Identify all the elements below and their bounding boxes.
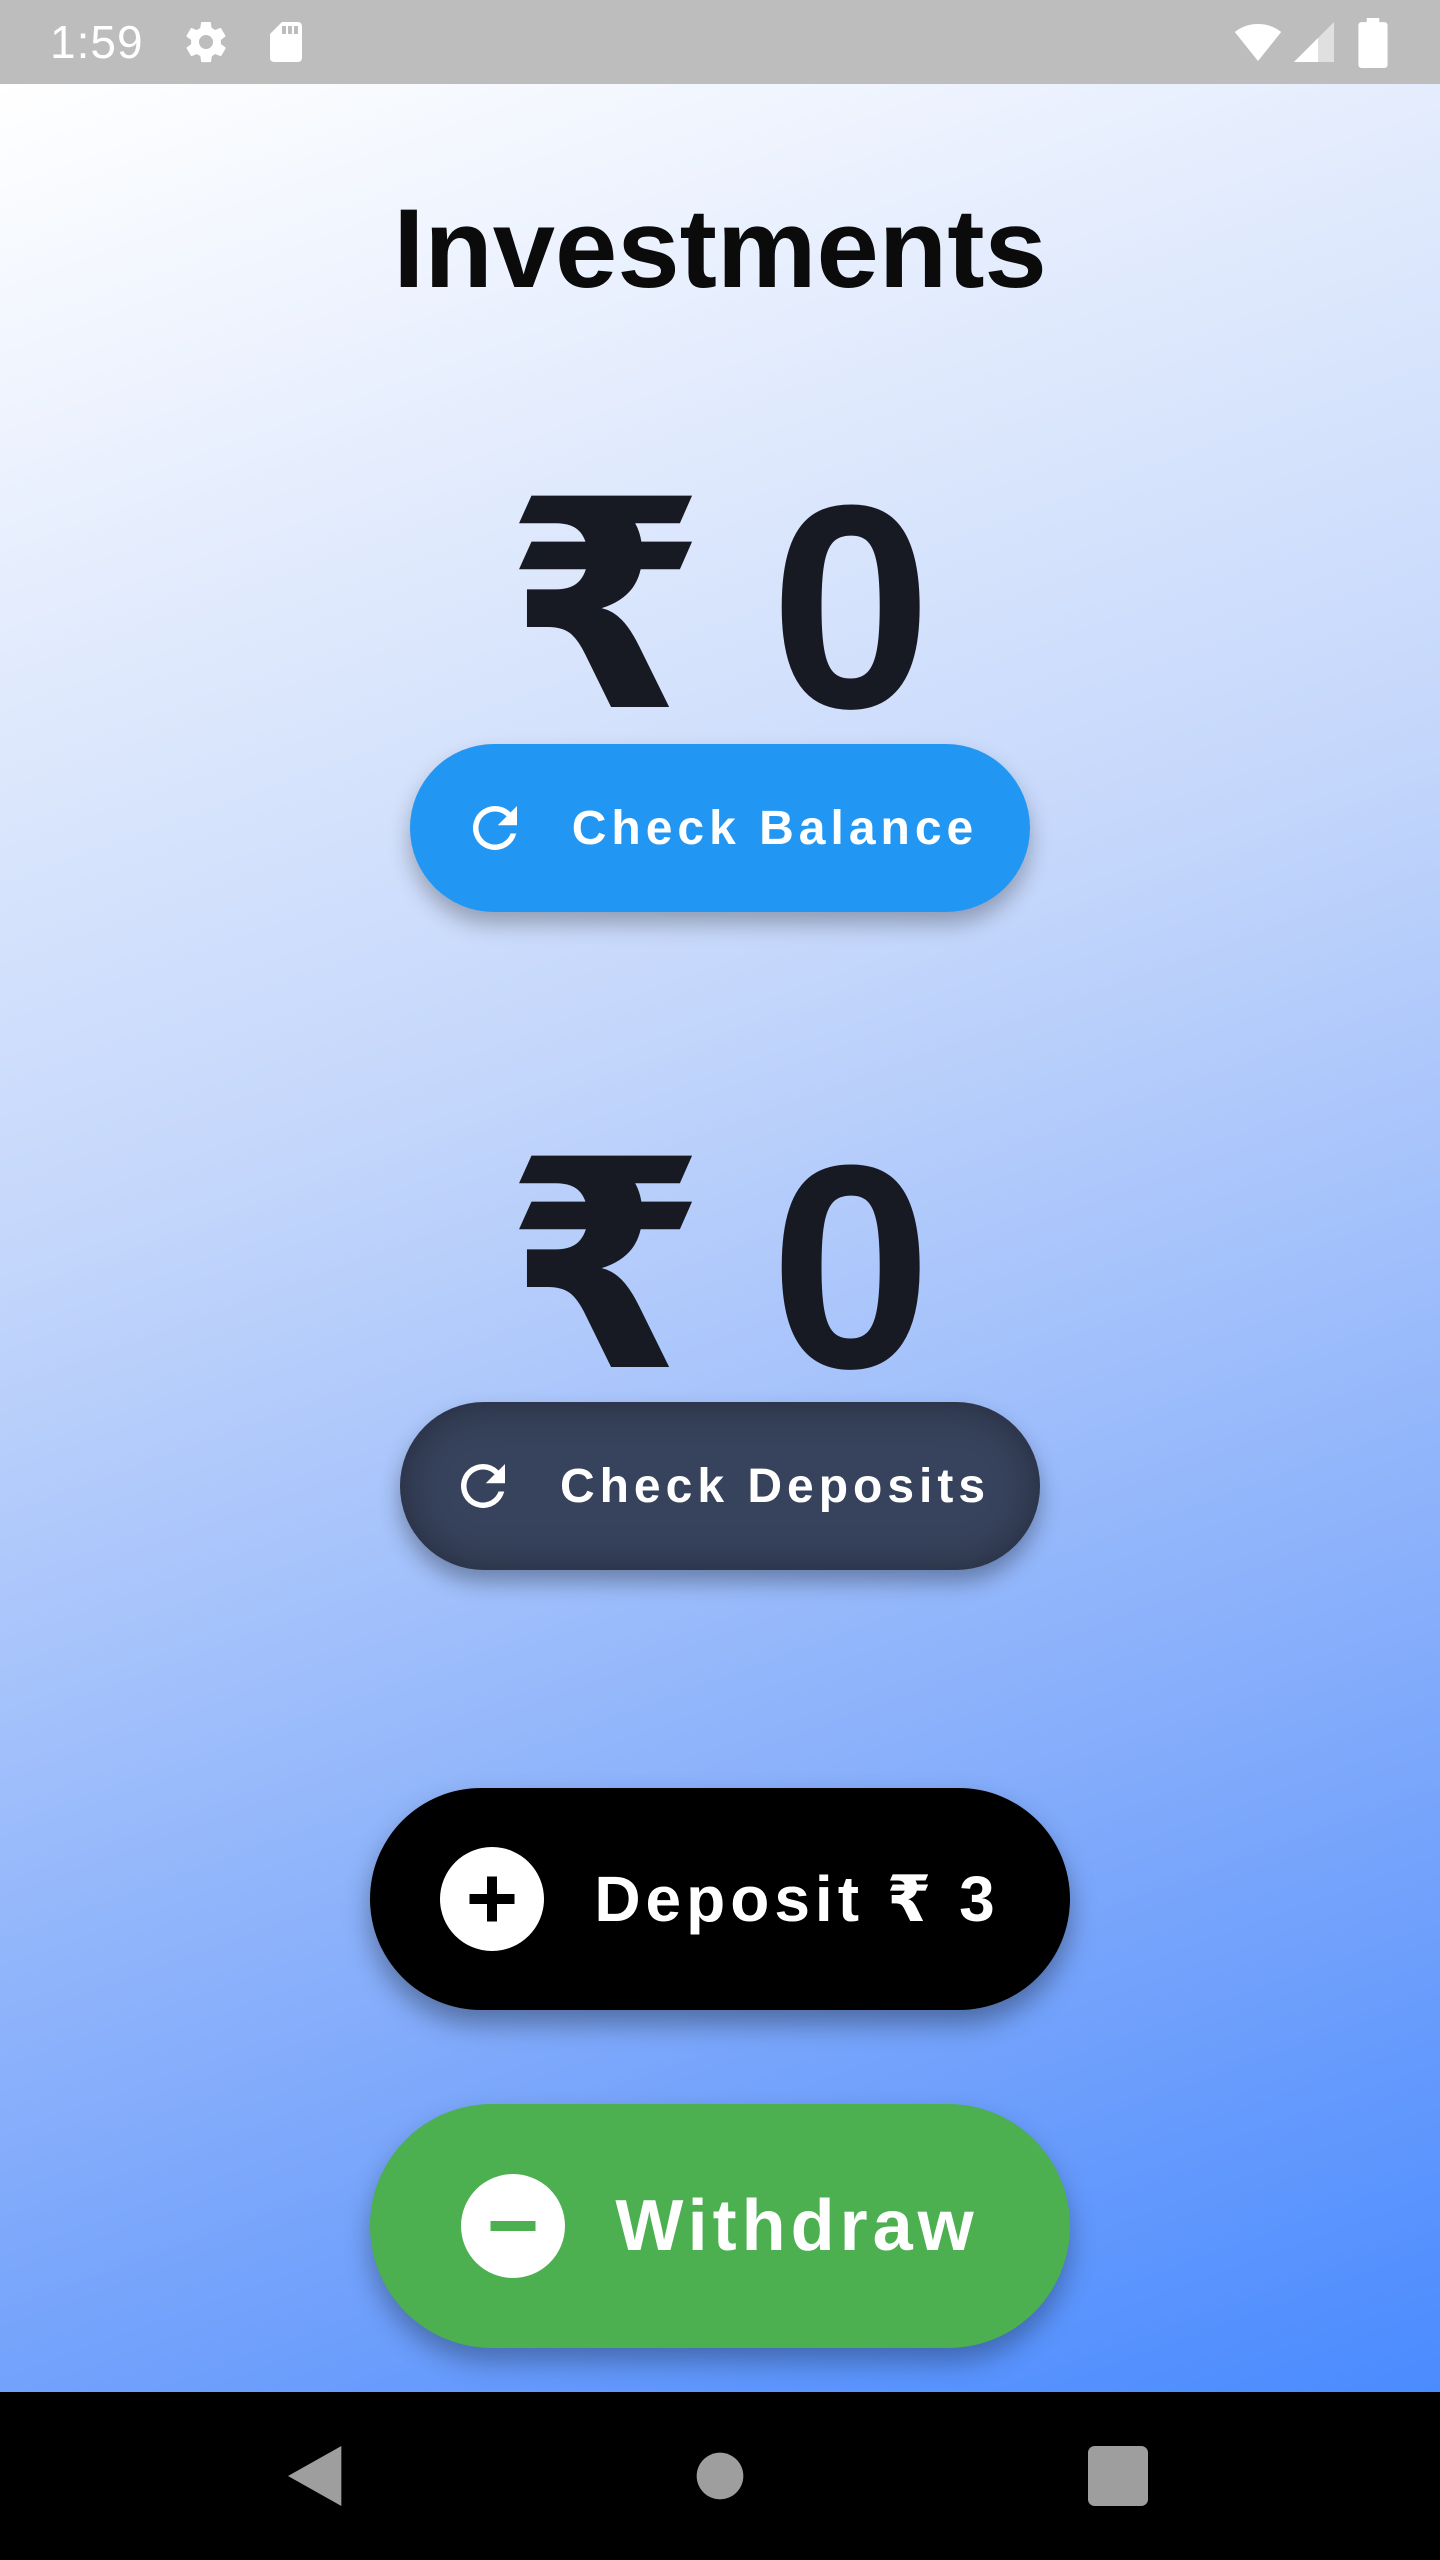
battery-icon <box>1358 18 1394 68</box>
app-screen: 1:59 Investments ₹0 Check Balance ₹ 0 Ch… <box>0 0 1440 2560</box>
check-deposits-button[interactable]: Check Deposits <box>400 1402 1040 1570</box>
withdraw-button[interactable]: Withdraw <box>370 2104 1070 2348</box>
deposit-label: Deposit ₹ 3 <box>594 1862 1000 1935</box>
refresh-icon <box>460 1464 505 1508</box>
check-deposits-label: Check Deposits <box>559 1459 991 1513</box>
deposits-amount: ₹0 <box>0 1122 1440 1412</box>
balance-amount: ₹0 <box>0 462 1440 752</box>
recents-icon[interactable] <box>1078 2436 1158 2516</box>
back-icon[interactable] <box>278 2436 358 2516</box>
deposits-currency-symbol: ₹ <box>504 1105 711 1429</box>
sd-card-icon <box>262 18 310 66</box>
wifi-icon <box>1228 18 1288 66</box>
check-balance-button[interactable]: Check Balance <box>410 744 1030 912</box>
remove-circle-icon <box>461 2174 566 2278</box>
withdraw-label: Withdraw <box>615 2186 979 2266</box>
page-title: Investments <box>393 186 1047 311</box>
deposits-value: 0 <box>770 1105 936 1429</box>
navigation-bar <box>0 2392 1440 2560</box>
deposit-button[interactable]: Deposit ₹ 3 <box>370 1788 1070 2010</box>
gear-icon <box>182 18 230 66</box>
refresh-icon <box>472 805 517 850</box>
status-time: 1:59 <box>50 16 144 68</box>
balance-value: 0 <box>770 445 936 769</box>
balance-currency-symbol: ₹ <box>504 445 711 769</box>
main-content: Investments ₹0 Check Balance ₹0 Check De… <box>0 84 1440 2392</box>
cellular-signal-icon <box>1290 18 1338 66</box>
add-circle-icon <box>440 1847 545 1951</box>
check-balance-label: Check Balance <box>571 801 979 855</box>
status-bar: 1:59 <box>0 0 1440 84</box>
home-icon[interactable] <box>680 2436 760 2516</box>
